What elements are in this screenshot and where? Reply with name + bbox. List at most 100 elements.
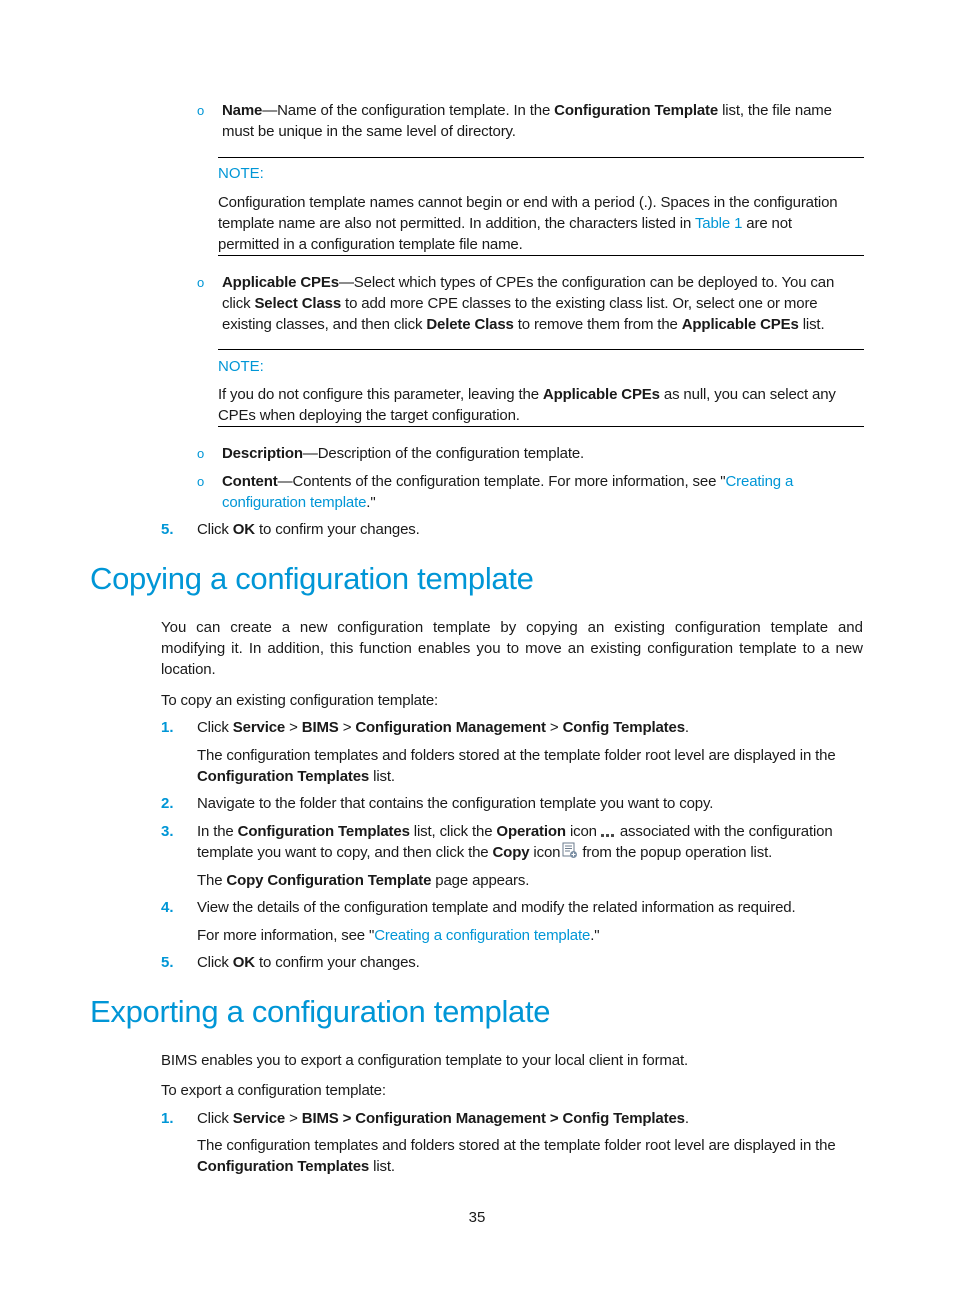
menu-path-service: Service [232,719,286,736]
step-number: 1. [161,719,174,736]
text: > [338,719,356,736]
export-step-1-sub-line1: The configuration templates and folders … [197,1137,836,1154]
text: list. [369,1158,395,1175]
note-top-rule [218,349,864,350]
text: > [285,1110,302,1127]
bold-text: OK [232,954,255,971]
bullet-icon: o [197,474,205,489]
text: . [684,1110,689,1127]
copying-intro-line2: modifying it. In addition, this function… [161,640,863,657]
table-1-link[interactable]: Table 1 [695,215,742,232]
copy-document-icon [562,842,578,858]
step-number: 5. [161,521,174,538]
bold-text: OK [232,521,255,538]
copy-step-3-line1: In the Configuration Templates list, cli… [197,821,833,843]
text: list, click the [409,823,497,840]
text: list. [798,316,825,333]
note-bottom-rule [218,426,864,427]
page-number: 35 [468,1209,486,1226]
cpes-item-line3: existing classes, and then click Delete … [222,314,825,335]
text: template name are also not permitted. In… [218,215,695,232]
step-number: 3. [161,823,174,840]
copy-step-3-line2: template you want to copy, and then clic… [197,842,772,863]
text: from the popup operation list. [582,844,773,861]
text: ." [366,494,376,511]
text: The [197,872,227,889]
text: ." [590,927,600,944]
step-number: 1. [161,1110,174,1127]
copy-step-1-sub-line2: Configuration Templates list. [197,766,395,787]
text: —Select which types of CPEs the configur… [338,274,835,291]
bold-text: Copy [492,844,530,861]
text: to remove them from the [513,316,682,333]
bullet-icon: o [197,446,205,461]
note-bottom-rule [218,255,864,256]
export-step-1: Click Service > BIMS > Configuration Man… [197,1108,689,1129]
step-number: 2. [161,795,174,812]
step-5-text: Click OK to confirm your changes. [197,519,420,540]
term-applicable-cpes: Applicable CPEs [222,274,339,291]
bold-text: Copy Configuration Template [226,872,432,889]
text: Click [197,1110,233,1127]
text: Click [197,521,233,538]
text: In the [197,823,238,840]
section-heading-copying: Copying a configuration template [90,561,534,596]
name-item-line2: must be unique in the same level of dire… [222,123,516,140]
content-item-line2: configuration template." [222,492,376,513]
text: template you want to copy, and then clic… [197,844,493,861]
menu-path-config-templates: Config Templates [562,719,685,736]
note-top-rule [218,157,864,158]
content-item-line1: Content—Contents of the configuration te… [222,471,793,492]
text: associated with the configuration [619,823,833,840]
name-item-line1: Name—Name of the configuration template.… [222,100,832,121]
copying-intro-line1: You can create a new configuration templ… [161,619,863,636]
term-description: Description [222,445,303,462]
text: icon [565,823,597,840]
copy-step-4-sub: For more information, see "Creating a co… [197,925,600,946]
text: to add more CPE classes to the existing … [341,295,818,312]
copy-step-2: Navigate to the folder that contains the… [197,795,714,812]
text: If you do not configure this parameter, … [218,386,543,403]
text: page appears. [431,872,530,889]
bullet-icon: o [197,103,205,118]
text: For more information, see " [197,927,375,944]
bold-text: Applicable CPEs [681,316,799,333]
text: as null, you can select any [659,386,836,403]
bold-text: Delete Class [426,316,514,333]
text: . [684,719,689,736]
term-name: Name [222,102,263,119]
note2-line1: If you do not configure this parameter, … [218,384,836,405]
creating-template-link[interactable]: Creating a configuration template [374,927,590,944]
term-content: Content [222,473,278,490]
note-label: NOTE: [218,165,264,182]
text: —Contents of the configuration template.… [277,473,726,490]
exporting-intro: BIMS enables you to export a configurati… [161,1052,689,1069]
text: —Description of the configuration templa… [302,445,585,462]
more-dots-icon [600,822,616,843]
step-number: 5. [161,954,174,971]
bullet-icon: o [197,275,205,290]
text: are not [742,215,792,232]
text: icon [529,844,561,861]
copy-step-4: View the details of the configuration te… [197,899,796,916]
copy-step-1-sub-line1: The configuration templates and folders … [197,747,836,764]
menu-path-service: Service [232,1110,286,1127]
section-heading-exporting: Exporting a configuration template [90,994,551,1029]
text: list, the file name [718,102,832,119]
note1-line2: template name are also not permitted. In… [218,213,792,234]
bold-text: Operation [496,823,566,840]
text: —Name of the configuration template. In … [262,102,555,119]
note1-line1: Configuration template names cannot begi… [218,194,838,211]
text: to confirm your changes. [254,954,420,971]
creating-template-link[interactable]: configuration template [222,494,366,511]
text: Click [197,719,233,736]
text: > [545,719,563,736]
copy-step-5: Click OK to confirm your changes. [197,952,420,973]
text: > [285,719,302,736]
note2-line2: CPEs when deploying the target configura… [218,407,520,424]
creating-template-link[interactable]: Creating a [725,473,793,490]
text: to confirm your changes. [254,521,420,538]
bold-text: Configuration Template [554,102,719,119]
text: list. [369,768,395,785]
copying-intro-line3: location. [161,661,216,678]
